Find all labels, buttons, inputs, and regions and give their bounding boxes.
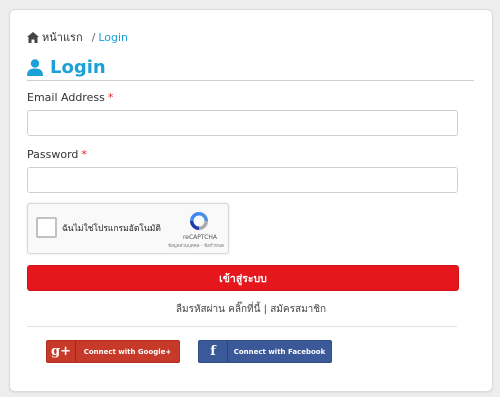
recaptcha-checkbox[interactable]: [36, 217, 57, 238]
links-divider: |: [263, 304, 268, 315]
password-label-text: Password: [27, 148, 79, 161]
recaptcha-privacy-links[interactable]: ข้อมูลส่วนบุคคล - ข้อกำหนด: [154, 242, 224, 249]
required-mark: *: [107, 91, 114, 104]
recaptcha-logo-icon: [190, 212, 208, 230]
email-label-text: Email Address: [27, 91, 105, 104]
register-link[interactable]: สมัครสมาชิก: [270, 304, 326, 315]
forgot-password-link[interactable]: ลืมรหัสผ่าน คลิ๊กที่นี้: [176, 304, 261, 315]
page-title: Login: [27, 57, 106, 78]
google-plus-icon: g+: [47, 341, 76, 362]
google-connect-label: Connect with Google+: [83, 347, 172, 356]
breadcrumb-current: Login: [98, 30, 129, 44]
facebook-icon: f: [199, 341, 228, 362]
facebook-connect-button[interactable]: f Connect with Facebook: [198, 340, 332, 363]
account-links: ลืมรหัสผ่าน คลิ๊กที่นี้ | สมัครสมาชิก: [10, 302, 492, 317]
google-connect-button[interactable]: g+ Connect with Google+: [46, 340, 180, 363]
breadcrumb-home-link[interactable]: หน้าแรก: [42, 28, 83, 46]
email-field[interactable]: [27, 110, 458, 136]
password-label: Password *: [27, 148, 87, 161]
login-card: หน้าแรก / Login Login Email Address * Pas…: [9, 9, 493, 392]
login-button[interactable]: เข้าสู่ระบบ: [27, 265, 459, 291]
title-divider: [27, 80, 474, 81]
breadcrumb: หน้าแรก / Login: [27, 28, 128, 46]
breadcrumb-separator: /: [91, 30, 96, 44]
page-title-text: Login: [50, 57, 106, 78]
required-mark: *: [81, 148, 87, 161]
home-icon: [27, 31, 39, 43]
user-icon: [27, 59, 43, 76]
facebook-connect-label: Connect with Facebook: [233, 347, 326, 356]
recaptcha-brand: reCAPTCHA: [182, 234, 218, 241]
recaptcha-widget: ฉันไม่ใช่โปรแกรมอัตโนมัติ reCAPTCHA ข้อม…: [27, 203, 229, 254]
password-field[interactable]: [27, 167, 458, 193]
recaptcha-text: ฉันไม่ใช่โปรแกรมอัตโนมัติ: [62, 224, 161, 234]
email-label: Email Address *: [27, 91, 113, 104]
bottom-divider: [27, 326, 457, 327]
